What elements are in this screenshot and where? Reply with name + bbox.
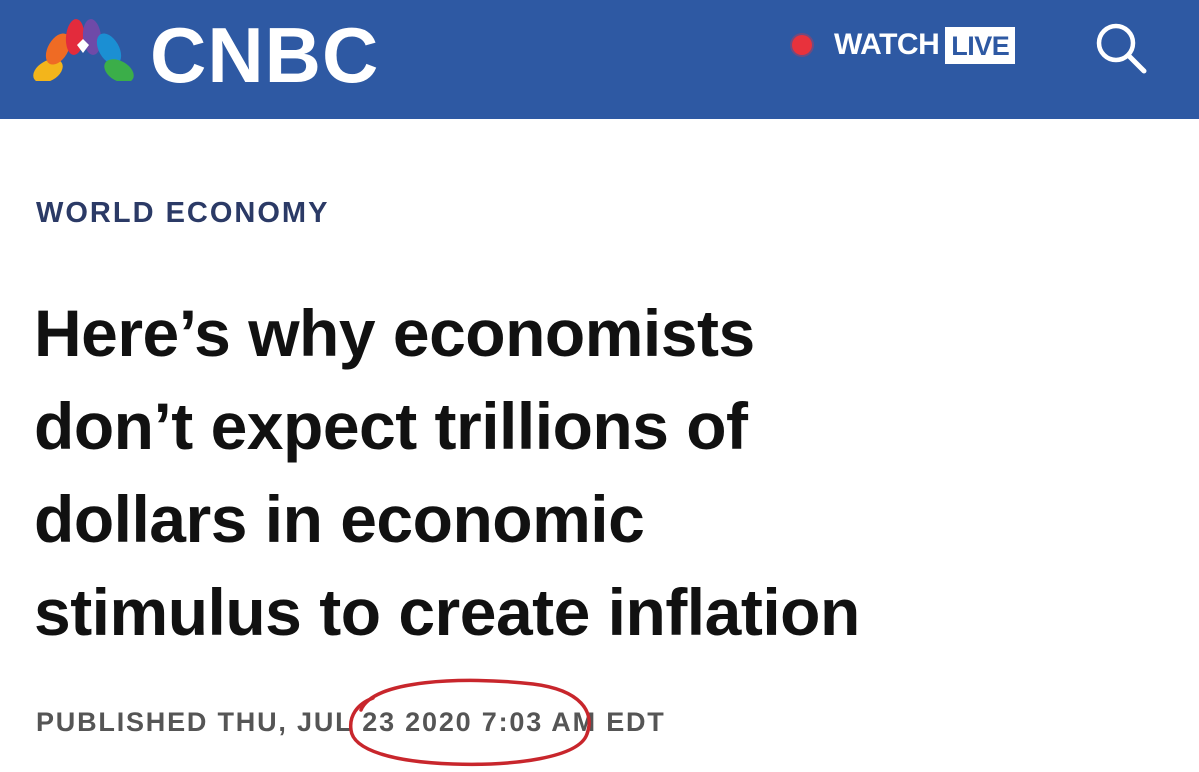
headline-line: Here’s why economists [34,296,755,370]
nbc-peacock-icon [30,19,136,91]
logo-wordmark: CNBC [150,11,380,99]
section-label[interactable]: WORLD ECONOMY [36,197,329,230]
site-header: CNBC WATCH LIVE [0,0,1199,119]
published-prefix: PUBLISHED THU, [36,707,288,737]
headline-line: dollars in economic [34,482,645,556]
watch-label: WATCH [834,28,940,61]
live-dot-icon [792,35,812,55]
article-headline: Here’s why economists don’t expect trill… [34,287,1174,659]
watch-live-button[interactable]: WATCH LIVE [792,21,1016,69]
published-timestamp: PUBLISHED THU, JUL 23 2020 7:03 AM EDT [36,707,666,738]
search-icon[interactable] [1086,13,1158,85]
cnbc-logo[interactable]: CNBC [30,14,379,96]
published-date: JUL 23 2020 [297,707,473,737]
live-badge: LIVE [945,26,1016,64]
headline-line: stimulus to create inflation [34,575,860,649]
published-time: 7:03 AM EDT [481,707,666,737]
headline-line: don’t expect trillions of [34,389,748,463]
